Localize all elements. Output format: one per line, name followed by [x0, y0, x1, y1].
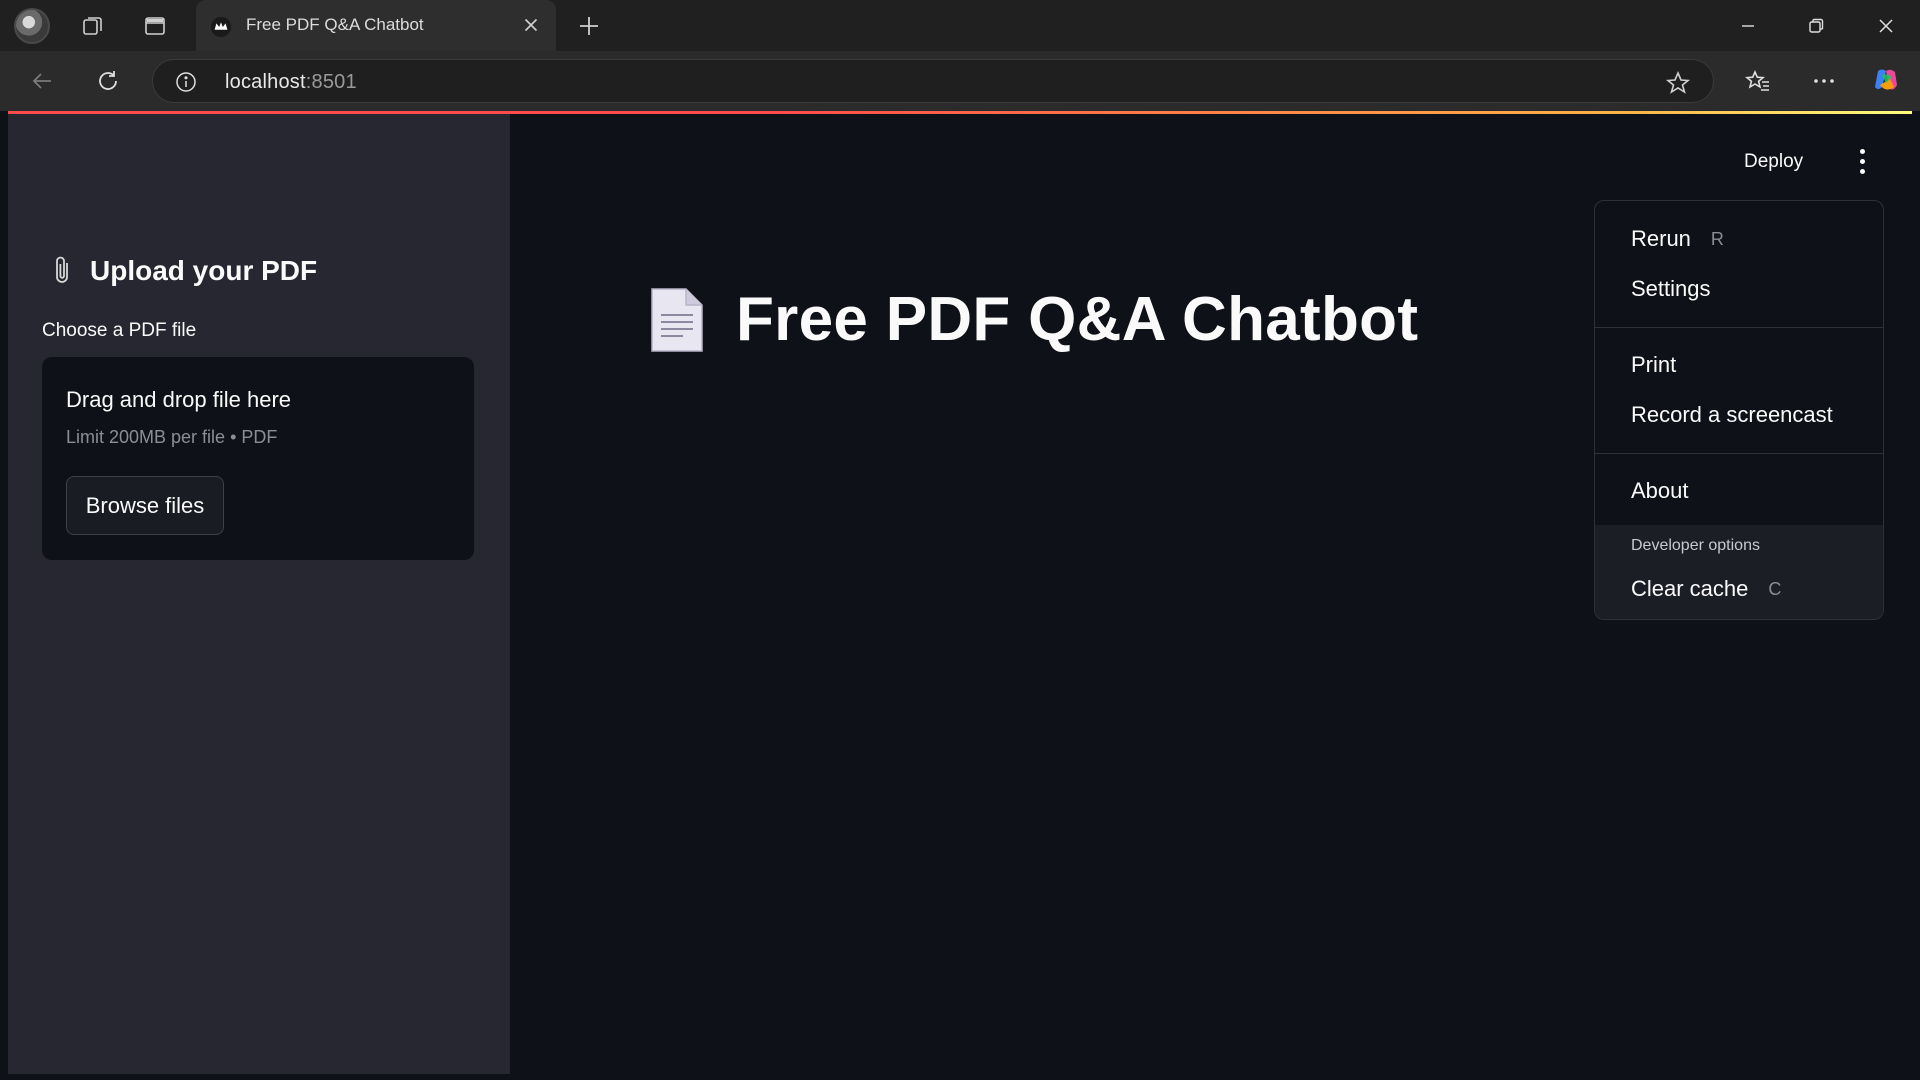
uploader-label: Choose a PDF file [42, 320, 197, 341]
url-text: localhost:8501 [225, 71, 357, 93]
page-facing-up-icon [651, 287, 703, 352]
main-menu-dropdown: Rerun R Settings Print Record a screencas… [1594, 200, 1884, 620]
new-tab-icon[interactable] [572, 9, 606, 43]
copilot-icon[interactable] [1868, 63, 1904, 99]
reload-icon[interactable] [90, 63, 126, 99]
developer-options-section: Developer options Clear cache C [1595, 525, 1883, 619]
browser-tab-active[interactable]: Free PDF Q&A Chatbot [196, 0, 556, 51]
main-menu-icon[interactable] [1850, 144, 1874, 178]
menu-item-clear-cache[interactable]: Clear cache C [1595, 565, 1883, 613]
back-arrow-icon[interactable] [24, 63, 60, 99]
menu-item-print[interactable]: Print [1595, 341, 1883, 389]
address-bar[interactable]: localhost:8501 [152, 59, 1714, 103]
deploy-button[interactable]: Deploy [1744, 151, 1803, 173]
paperclip-icon [56, 256, 68, 283]
menu-item-rerun[interactable]: Rerun R [1595, 215, 1883, 263]
tab-title: Free PDF Q&A Chatbot [246, 15, 424, 34]
menu-divider [1595, 327, 1883, 328]
sidebar-header: Upload your PDF [48, 254, 317, 288]
vertical-tabs-icon[interactable] [138, 9, 172, 43]
developer-options-label: Developer options [1631, 537, 1760, 554]
workspaces-icon[interactable] [76, 9, 110, 43]
main-title: Free PDF Q&A Chatbot [736, 285, 1419, 354]
dropzone-title: Drag and drop file here [66, 387, 292, 412]
favorite-star-icon[interactable] [1665, 70, 1691, 96]
profile-avatar[interactable] [14, 8, 50, 44]
more-options-icon[interactable] [1806, 63, 1842, 99]
page-title: Free PDF Q&A Chatbot [648, 284, 1418, 355]
browser-titlebar: Free PDF Q&A Chatbot [0, 0, 1920, 51]
browser-toolbar: localhost:8501 [0, 51, 1920, 111]
menu-item-settings[interactable]: Settings [1595, 265, 1883, 313]
restore-icon[interactable] [1782, 0, 1850, 51]
sidebar-title: Upload your PDF [90, 255, 318, 286]
site-info-icon[interactable] [175, 71, 197, 93]
sidebar: Upload your PDF Choose a PDF file Drag a… [8, 114, 510, 1074]
streamlit-crown-icon [210, 16, 232, 38]
file-dropzone[interactable]: Drag and drop file here Limit 200MB per … [42, 357, 474, 560]
browse-files-button[interactable]: Browse files [66, 476, 224, 535]
menu-divider [1595, 453, 1883, 454]
close-window-icon[interactable] [1852, 0, 1920, 51]
streamlit-app: Upload your PDF Choose a PDF file Drag a… [8, 114, 1912, 1074]
favorites-icon[interactable] [1740, 63, 1776, 99]
menu-item-record-screencast[interactable]: Record a screencast [1595, 391, 1883, 439]
menu-item-about[interactable]: About [1595, 467, 1883, 515]
dropzone-limit: Limit 200MB per file • PDF [66, 427, 278, 447]
minimize-icon[interactable] [1714, 0, 1782, 51]
tab-close-icon[interactable] [520, 14, 542, 36]
